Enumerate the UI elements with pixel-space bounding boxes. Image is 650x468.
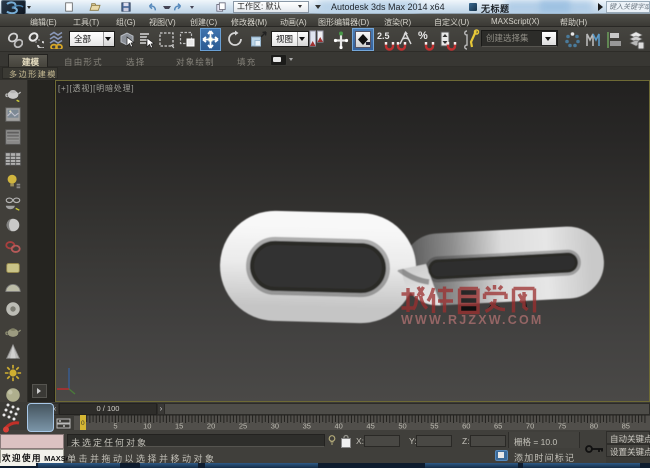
svg-text:55: 55 (430, 422, 438, 431)
svg-text:65: 65 (494, 422, 502, 431)
svg-text:35: 35 (303, 422, 311, 431)
svg-text:40: 40 (335, 422, 343, 431)
svg-text:10: 10 (143, 422, 151, 431)
svg-text:25: 25 (239, 422, 247, 431)
svg-text:50: 50 (398, 422, 406, 431)
svg-text:15: 15 (175, 422, 183, 431)
svg-text:30: 30 (271, 422, 279, 431)
svg-text:80: 80 (590, 422, 598, 431)
svg-text:20: 20 (207, 422, 215, 431)
svg-text:45: 45 (366, 422, 374, 431)
svg-text:5: 5 (113, 422, 117, 431)
svg-text:85: 85 (622, 422, 630, 431)
svg-text:70: 70 (526, 422, 534, 431)
svg-text:60: 60 (462, 422, 470, 431)
svg-text:75: 75 (558, 422, 566, 431)
